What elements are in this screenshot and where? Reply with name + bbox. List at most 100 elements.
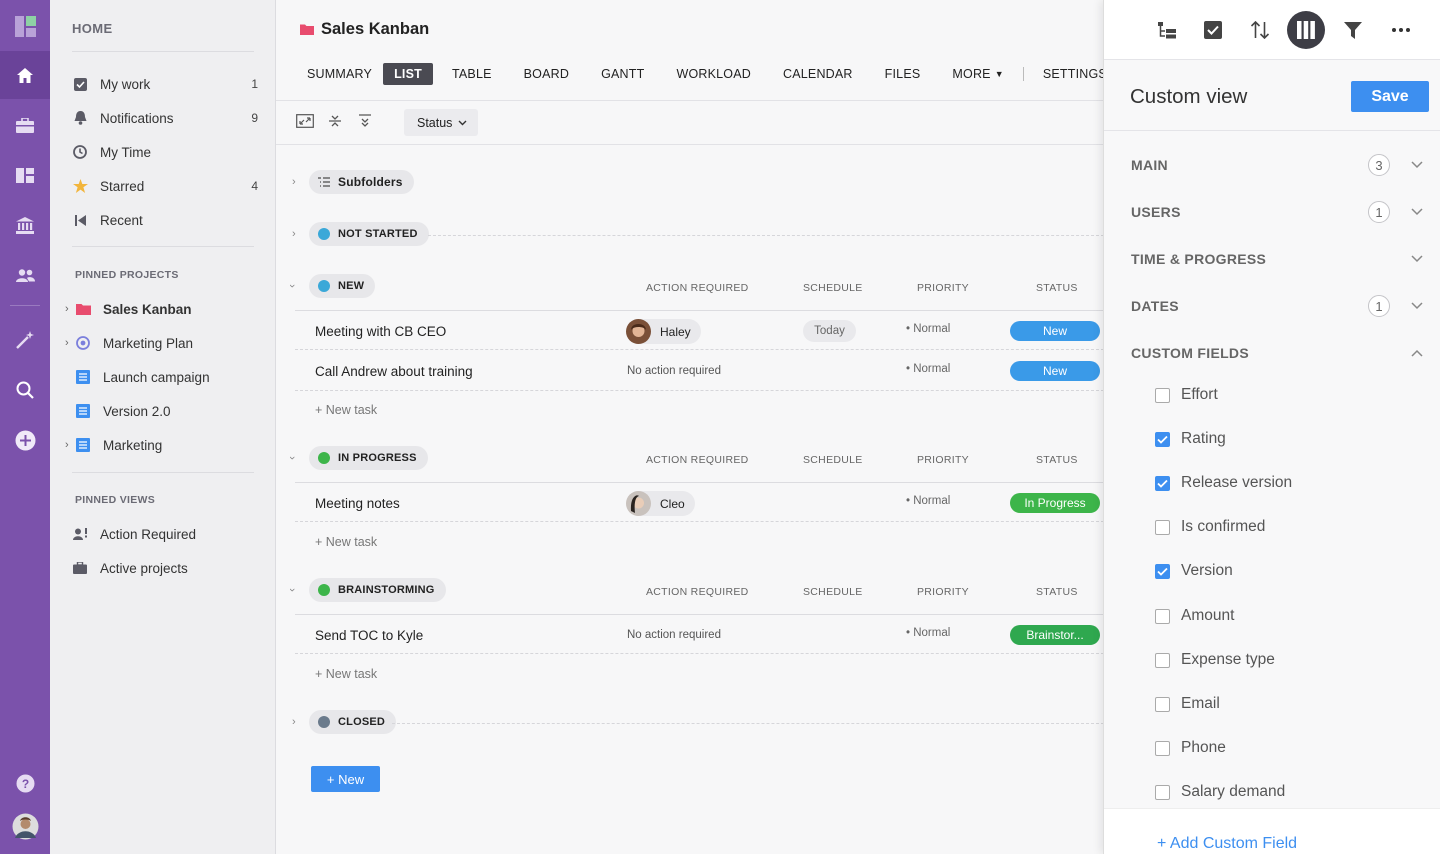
- section-custom-fields[interactable]: CUSTOM FIELDS: [1131, 345, 1249, 361]
- new-task-link[interactable]: + New task: [315, 403, 377, 417]
- dashboard-icon[interactable]: [0, 151, 50, 199]
- sidebar-project-version-2[interactable]: Version 2.0: [75, 397, 261, 425]
- sort-icon[interactable]: [1241, 11, 1279, 49]
- user-avatar[interactable]: [0, 802, 50, 850]
- tab-list[interactable]: LIST: [383, 63, 433, 85]
- sidebar-item-my-time[interactable]: My Time: [72, 138, 258, 166]
- chevron-down-icon[interactable]: [1411, 302, 1423, 310]
- group-not-started[interactable]: NOT STARTED: [309, 222, 429, 246]
- sidebar-item-recent[interactable]: Recent: [72, 206, 258, 234]
- sidebar-project-marketing[interactable]: › Marketing: [65, 431, 261, 459]
- checkbox[interactable]: [1155, 519, 1170, 535]
- tab-workload[interactable]: WORKLOAD: [665, 63, 762, 85]
- custom-field-expense-type[interactable]: Expense type: [1155, 650, 1275, 670]
- magic-wand-icon[interactable]: [0, 316, 50, 364]
- collapse-all-icon[interactable]: [328, 108, 342, 128]
- sidebar-view-action-required[interactable]: Action Required: [72, 520, 258, 548]
- search-icon[interactable]: [0, 366, 50, 414]
- chevron-up-icon[interactable]: [1411, 349, 1423, 357]
- group-closed[interactable]: CLOSED: [309, 710, 397, 734]
- hierarchy-icon[interactable]: [1148, 11, 1186, 49]
- user-chip[interactable]: Haley: [626, 319, 701, 344]
- group-in-progress[interactable]: IN PROGRESS: [309, 446, 428, 470]
- chevron-down-icon[interactable]: ›: [286, 588, 298, 592]
- section-dates[interactable]: DATES: [1131, 298, 1179, 314]
- new-task-link[interactable]: + New task: [315, 535, 377, 549]
- chevron-right-icon[interactable]: ›: [292, 716, 296, 728]
- tab-more[interactable]: MORE ▼: [941, 63, 1014, 85]
- status-badge[interactable]: New: [1010, 321, 1100, 341]
- checkbox[interactable]: [1155, 387, 1170, 403]
- sidebar-item-my-work[interactable]: My work 1: [72, 70, 258, 98]
- briefcase-icon[interactable]: [0, 101, 50, 149]
- sidebar-project-launch-campaign[interactable]: Launch campaign: [75, 363, 261, 391]
- sidebar-item-notifications[interactable]: Notifications 9: [72, 104, 258, 132]
- tab-board[interactable]: BOARD: [513, 63, 580, 85]
- task-name[interactable]: Call Andrew about training: [315, 364, 473, 379]
- columns-icon[interactable]: [1287, 11, 1325, 49]
- status-badge[interactable]: New: [1010, 361, 1100, 381]
- custom-field-amount[interactable]: Amount: [1155, 606, 1234, 626]
- tab-summary[interactable]: SUMMARY: [296, 63, 383, 85]
- chevron-right-icon[interactable]: ›: [65, 303, 69, 315]
- home-icon[interactable]: [0, 51, 50, 99]
- tab-calendar[interactable]: CALENDAR: [772, 63, 864, 85]
- task-name[interactable]: Meeting notes: [315, 496, 400, 511]
- chevron-down-icon[interactable]: [1411, 208, 1423, 216]
- task-name[interactable]: Meeting with CB CEO: [315, 324, 446, 339]
- group-new[interactable]: NEW: [309, 274, 376, 298]
- user-chip[interactable]: Cleo: [626, 491, 695, 516]
- sidebar-item-starred[interactable]: Starred 4: [72, 172, 258, 200]
- expand-icon[interactable]: [296, 108, 314, 128]
- expand-all-icon[interactable]: [358, 108, 372, 128]
- add-icon[interactable]: [0, 416, 50, 464]
- custom-field-is-confirmed[interactable]: Is confirmed: [1155, 517, 1265, 537]
- custom-field-salary-demand[interactable]: Salary demand: [1155, 782, 1285, 802]
- bank-icon[interactable]: [0, 201, 50, 249]
- add-custom-field-link[interactable]: + Add Custom Field: [1157, 835, 1297, 853]
- people-icon[interactable]: [0, 251, 50, 299]
- filter-icon[interactable]: [1334, 11, 1372, 49]
- chevron-right-icon[interactable]: ›: [292, 176, 296, 188]
- status-filter-dropdown[interactable]: Status: [404, 109, 478, 136]
- task-row[interactable]: Send TOC to Kyle No action required • No…: [295, 614, 1104, 654]
- checkbox[interactable]: [1155, 652, 1170, 668]
- chevron-down-icon[interactable]: [1411, 161, 1423, 169]
- new-task-link[interactable]: + New task: [315, 667, 377, 681]
- chevron-down-icon[interactable]: ›: [286, 456, 298, 460]
- task-row[interactable]: Call Andrew about training No action req…: [295, 351, 1104, 391]
- checkbox[interactable]: [1155, 696, 1170, 712]
- custom-field-version[interactable]: Version: [1155, 561, 1233, 581]
- tab-table[interactable]: TABLE: [441, 63, 503, 85]
- priority-value[interactable]: • Normal: [906, 363, 950, 375]
- priority-value[interactable]: • Normal: [906, 627, 950, 639]
- tab-gantt[interactable]: GANTT: [590, 63, 655, 85]
- checkbox-checked[interactable]: [1155, 563, 1170, 579]
- more-options-icon[interactable]: [1382, 11, 1420, 49]
- section-main[interactable]: MAIN: [1131, 157, 1168, 173]
- save-button[interactable]: Save: [1351, 81, 1429, 112]
- app-logo-icon[interactable]: [15, 16, 36, 37]
- chevron-right-icon[interactable]: ›: [292, 228, 296, 240]
- priority-value[interactable]: • Normal: [906, 323, 950, 335]
- checkbox-checked[interactable]: [1155, 475, 1170, 491]
- group-brainstorming[interactable]: BRAINSTORMING: [309, 578, 446, 602]
- sidebar-project-sales-kanban[interactable]: › Sales Kanban: [65, 295, 261, 323]
- task-row[interactable]: Meeting with CB CEO Haley Today • Normal…: [295, 310, 1104, 350]
- checkbox[interactable]: [1155, 740, 1170, 756]
- task-row[interactable]: Meeting notes Cleo • Normal In Progress: [295, 482, 1104, 522]
- priority-value[interactable]: • Normal: [906, 495, 950, 507]
- checkbox-icon[interactable]: [1194, 11, 1232, 49]
- task-name[interactable]: Send TOC to Kyle: [315, 628, 423, 643]
- chevron-right-icon[interactable]: ›: [65, 439, 69, 451]
- tab-files[interactable]: FILES: [874, 63, 932, 85]
- section-time-progress[interactable]: TIME & PROGRESS: [1131, 251, 1266, 267]
- custom-field-effort[interactable]: Effort: [1155, 385, 1218, 405]
- new-button[interactable]: + New: [311, 766, 380, 792]
- checkbox[interactable]: [1155, 608, 1170, 624]
- custom-field-phone[interactable]: Phone: [1155, 738, 1226, 758]
- chevron-right-icon[interactable]: ›: [65, 337, 69, 349]
- custom-field-email[interactable]: Email: [1155, 694, 1220, 714]
- sidebar-view-active-projects[interactable]: Active projects: [72, 554, 258, 582]
- custom-field-rating[interactable]: Rating: [1155, 429, 1226, 449]
